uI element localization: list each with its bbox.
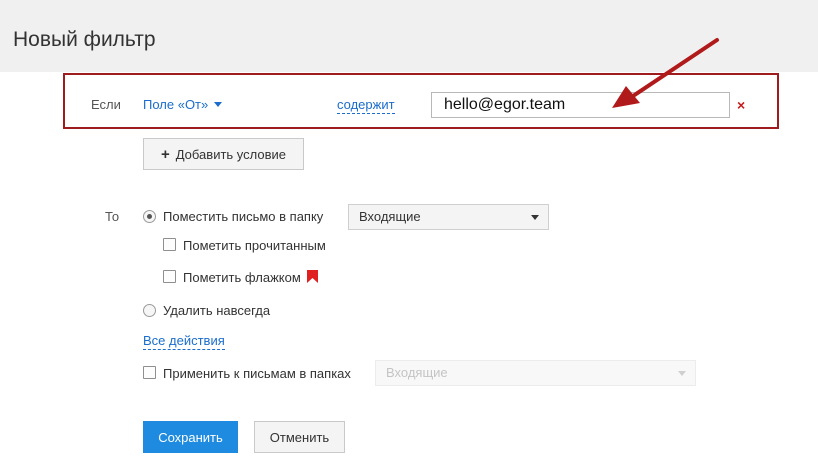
annotation-arrow [612, 38, 719, 108]
